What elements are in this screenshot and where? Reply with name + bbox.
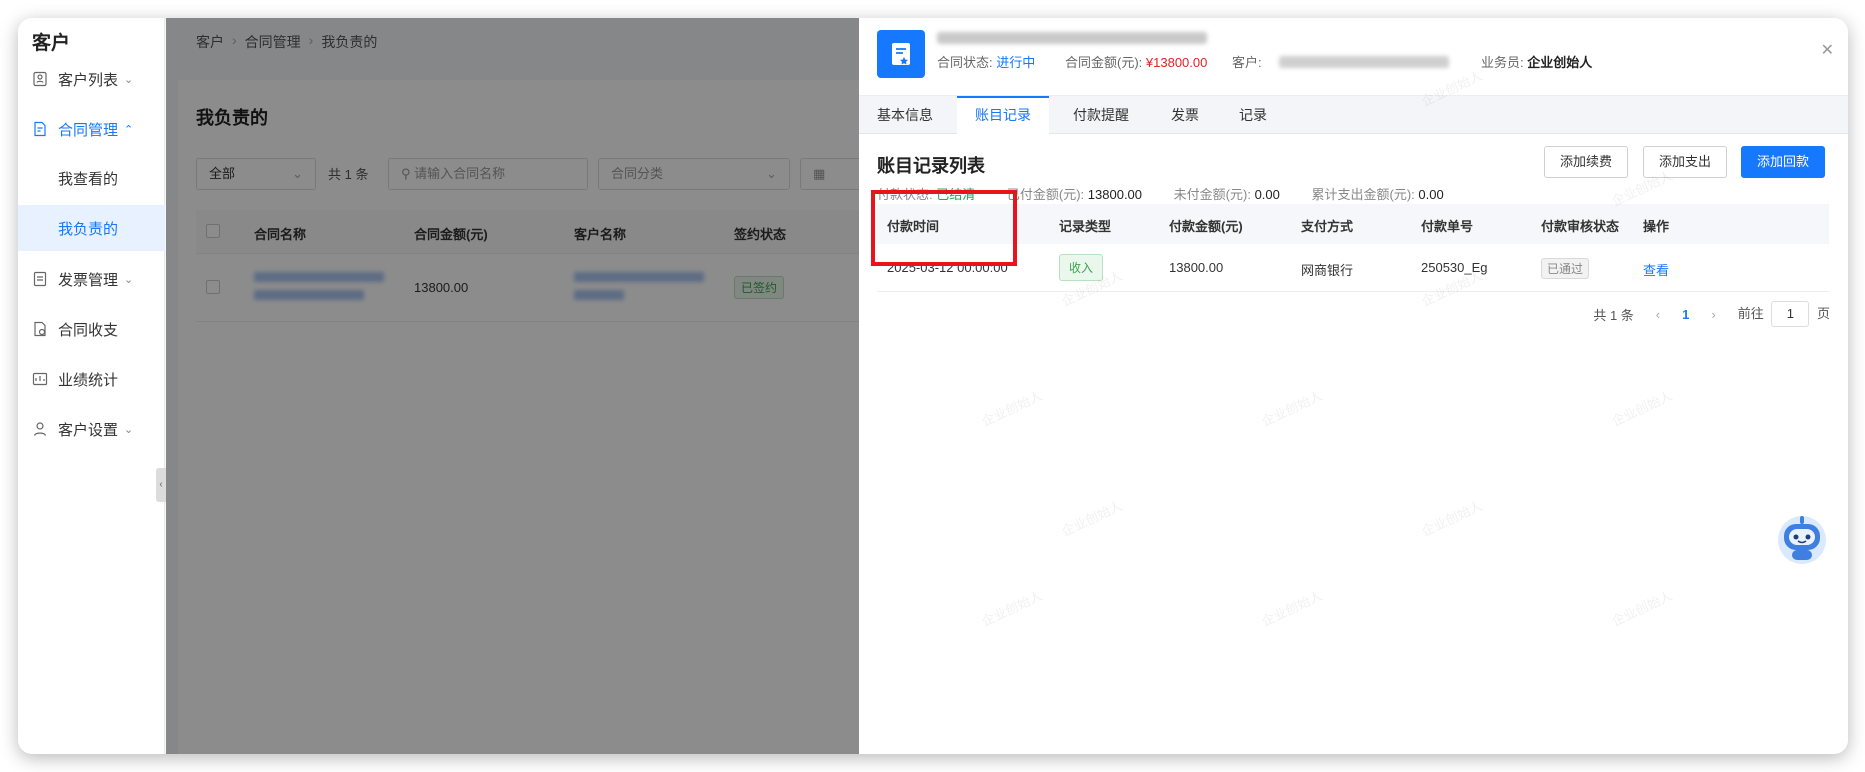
watermark: 企业创始人 xyxy=(979,387,1045,429)
goto-page-input[interactable]: 1 xyxy=(1771,301,1810,327)
goto-unit: 页 xyxy=(1816,306,1830,321)
salesperson-label: 业务员: xyxy=(1481,55,1524,70)
contract-detail-drawer: 合同状态: 进行中 合同金额(元): ¥13800.00 客户: 业务员: 企业… xyxy=(859,18,1848,754)
tab-invoice[interactable]: 发票 xyxy=(1153,96,1217,134)
contract-document-icon xyxy=(877,30,925,78)
pay-status-label: 付款状态: xyxy=(877,187,933,202)
contract-icon xyxy=(34,121,46,137)
next-page-icon[interactable]: › xyxy=(1711,307,1715,322)
chevron-down-icon: ⌄ xyxy=(124,73,134,86)
drawer-header: 合同状态: 进行中 合同金额(元): ¥13800.00 客户: 业务员: 企业… xyxy=(859,18,1848,96)
pay-status-value: 已结清 xyxy=(936,187,976,202)
watermark: 企业创始人 xyxy=(1609,587,1675,629)
total-expense-value: 0.00 xyxy=(1418,187,1444,202)
sidebar-item-label: 合同收支 xyxy=(58,321,119,339)
watermark: 企业创始人 xyxy=(1259,587,1325,629)
app-window: 客户 客户列表 ⌄ 合同管理 ⌃ 我查看的 我负责的 发票管理 ⌄ 合同收支 业… xyxy=(18,18,1848,754)
invoice-icon xyxy=(33,271,47,287)
payment-time: 2025-03-12 00:00:00 xyxy=(887,260,1008,275)
sidebar-item-label: 客户设置 xyxy=(58,421,119,439)
customer-settings-icon xyxy=(33,422,47,436)
tab-basic-info[interactable]: 基本信息 xyxy=(859,96,951,134)
contract-amount-label: 合同金额(元): xyxy=(1065,55,1143,70)
watermark: 企业创始人 xyxy=(1419,497,1485,539)
prev-page-icon[interactable]: ‹ xyxy=(1656,307,1660,322)
column-header-action: 操作 xyxy=(1643,219,1670,234)
column-header-record-type: 记录类型 xyxy=(1059,219,1112,234)
sidebar-item-invoice[interactable]: 发票管理 ⌄ xyxy=(18,256,165,302)
sidebar-item-stats[interactable]: 业绩统计 xyxy=(18,356,165,402)
paid-amount-value: 13800.00 xyxy=(1087,187,1143,202)
sidebar-item-customer-list[interactable]: 客户列表 ⌄ xyxy=(18,56,165,102)
section-title: 账目记录列表 xyxy=(877,156,985,176)
sidebar-item-label: 业绩统计 xyxy=(58,371,119,389)
chevron-down-icon: ⌄ xyxy=(124,273,134,286)
contract-amount-meta: 合同金额(元): ¥13800.00 xyxy=(1065,52,1207,71)
sidebar-item-contract[interactable]: 合同管理 ⌃ xyxy=(18,106,165,152)
sidebar-item-label: 发票管理 xyxy=(58,271,119,289)
column-header-payment-method: 支付方式 xyxy=(1301,219,1354,234)
chevron-down-icon: ⌄ xyxy=(124,423,134,436)
tab-payment-reminder[interactable]: 付款提醒 xyxy=(1055,96,1147,134)
payment-summary: 付款状态: 已结清 已付金额(元): 13800.00 未付金额(元): 0.0… xyxy=(877,184,1472,203)
column-header-audit-status: 付款审核状态 xyxy=(1541,219,1620,234)
close-icon[interactable]: ✕ xyxy=(1821,40,1834,60)
tab-records[interactable]: 记录 xyxy=(1221,96,1285,134)
unpaid-amount-value: 0.00 xyxy=(1254,187,1280,202)
sidebar: 客户 客户列表 ⌄ 合同管理 ⌃ 我查看的 我负责的 发票管理 ⌄ 合同收支 业… xyxy=(18,18,166,754)
chevron-up-icon: ⌃ xyxy=(124,123,134,136)
sidebar-item-customer-settings[interactable]: 客户设置 ⌄ xyxy=(18,406,165,452)
contract-finance-icon xyxy=(34,321,46,337)
payment-method: 网商银行 xyxy=(1301,263,1354,278)
add-renewal-button[interactable]: 添加续费 xyxy=(1544,146,1629,178)
column-header-payment-time: 付款时间 xyxy=(887,219,940,234)
assistant-robot-icon[interactable] xyxy=(1774,510,1830,566)
column-header-payment-number: 付款单号 xyxy=(1421,219,1474,234)
contract-status-label: 合同状态: xyxy=(937,55,993,70)
watermark: 企业创始人 xyxy=(1259,387,1325,429)
contract-status-value: 进行中 xyxy=(996,55,1036,70)
salesperson-meta: 业务员: 企业创始人 xyxy=(1481,52,1592,71)
payment-amount: 13800.00 xyxy=(1169,260,1224,275)
records-table-header: 付款时间 记录类型 付款金额(元) 支付方式 付款单号 付款审核状态 操作 xyxy=(877,204,1829,244)
app-title: 客户 xyxy=(32,33,71,54)
pagination: 共 1 条 ‹ 1 › 前往 1 页 xyxy=(1593,301,1830,327)
sidebar-subitem-viewed[interactable]: 我查看的 xyxy=(18,155,165,201)
pagination-goto: 前往 1 页 xyxy=(1738,301,1830,327)
add-payment-button[interactable]: 添加回款 xyxy=(1741,146,1826,178)
stats-icon xyxy=(32,372,48,386)
drawer-tabs: 基本信息 账目记录 付款提醒 发票 记录 xyxy=(859,96,1848,134)
table-row: 2025-03-12 00:00:00 收入 13800.00 网商银行 250… xyxy=(877,244,1829,292)
goto-label: 前往 xyxy=(1737,306,1764,321)
view-link[interactable]: 查看 xyxy=(1643,260,1669,279)
sidebar-collapse-handle[interactable]: ‹ xyxy=(156,468,166,502)
watermark: 企业创始人 xyxy=(1059,497,1125,539)
paid-amount-label: 已付金额(元): xyxy=(1006,187,1085,202)
sidebar-item-label: 客户列表 xyxy=(58,71,119,89)
sidebar-item-label: 合同管理 xyxy=(58,121,119,139)
watermark: 企业创始人 xyxy=(979,587,1045,629)
payment-number: 250530_Eg xyxy=(1421,260,1488,275)
contract-status: 合同状态: 进行中 xyxy=(937,52,1035,71)
pagination-total: 共 1 条 xyxy=(1593,307,1634,323)
contract-title-redacted xyxy=(937,32,1207,44)
add-expense-button[interactable]: 添加支出 xyxy=(1643,146,1728,178)
sidebar-item-contract-finance[interactable]: 合同收支 xyxy=(18,306,165,352)
unpaid-amount-label: 未付金额(元): xyxy=(1173,187,1251,202)
contract-amount-value: ¥13800.00 xyxy=(1145,55,1208,70)
record-type-badge: 收入 xyxy=(1059,254,1104,281)
watermark: 企业创始人 xyxy=(1609,387,1675,429)
tab-account-records[interactable]: 账目记录 xyxy=(957,96,1049,134)
column-header-payment-amount: 付款金额(元) xyxy=(1169,219,1243,234)
customer-meta-label: 客户: xyxy=(1232,55,1262,70)
pagination-current-page[interactable]: 1 xyxy=(1682,307,1689,322)
sidebar-subitem-responsible[interactable]: 我负责的 xyxy=(18,205,165,251)
audit-status-badge: 已通过 xyxy=(1541,258,1590,279)
customer-list-icon xyxy=(33,71,47,87)
salesperson-value: 企业创始人 xyxy=(1527,55,1593,70)
total-expense-label: 累计支出金额(元): xyxy=(1311,187,1415,202)
customer-name-redacted xyxy=(1279,56,1449,68)
